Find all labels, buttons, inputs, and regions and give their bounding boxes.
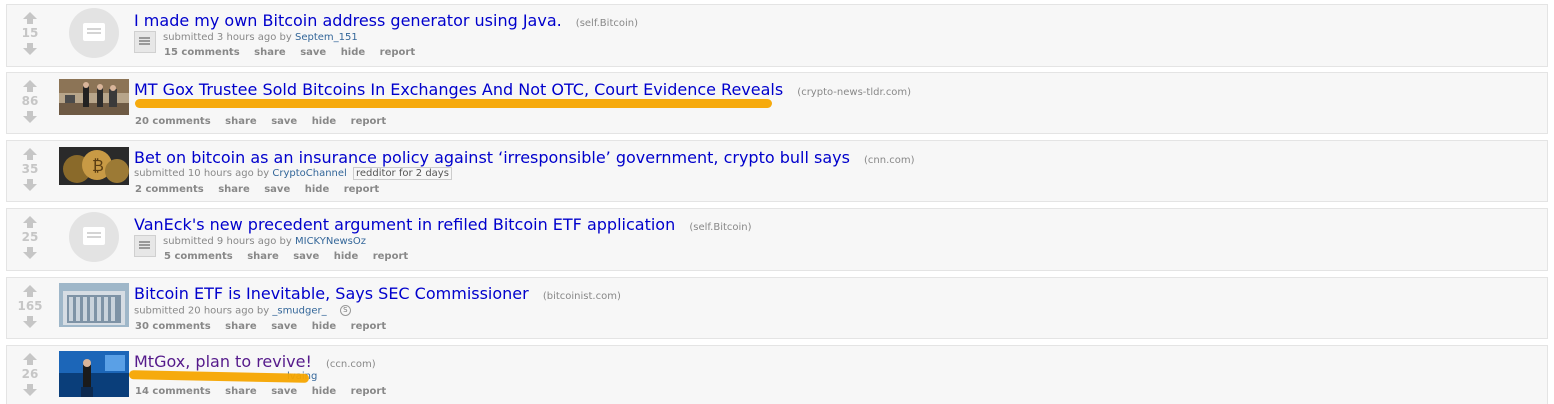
expando-button[interactable] (134, 31, 156, 53)
expando-button[interactable] (134, 235, 156, 257)
author-link[interactable]: CryptoChannel (272, 168, 346, 179)
author-link[interactable]: Septem_151 (295, 32, 358, 43)
post-title[interactable]: I made my own Bitcoin address generator … (134, 11, 562, 30)
upvote-arrow-icon[interactable] (23, 12, 37, 24)
hide-button[interactable]: hide (312, 386, 337, 397)
score: 15 (21, 26, 39, 40)
author-link[interactable]: MICKYNewsOz (295, 236, 366, 247)
post-4: 25 VanEck's new precedent argument in re… (6, 208, 1548, 271)
upvote-arrow-icon[interactable] (23, 216, 37, 228)
report-button[interactable]: report (351, 386, 386, 397)
comments-link[interactable]: 30 comments (135, 321, 211, 332)
post-domain[interactable]: (cnn.com) (864, 155, 915, 166)
tagline: submitted 10 hours ago by CryptoChannel … (134, 167, 452, 180)
post-title[interactable]: MtGox, plan to revive! (134, 352, 312, 371)
save-button[interactable]: save (300, 47, 326, 58)
comments-link[interactable]: 14 comments (135, 386, 211, 397)
comments-link[interactable]: 15 comments (164, 47, 240, 58)
downvote-arrow-icon[interactable] (23, 247, 37, 259)
save-button[interactable]: save (293, 251, 319, 262)
vote-block: 15 (16, 12, 44, 55)
author-link[interactable]: _smudger_ (272, 306, 326, 317)
self-text-icon[interactable] (69, 8, 119, 58)
score: 165 (17, 299, 43, 313)
highlight-mark (135, 99, 772, 108)
report-button[interactable]: report (344, 184, 379, 195)
sec-building-thumbnail[interactable] (59, 283, 129, 327)
vote-block: 165 (16, 285, 44, 328)
comments-link[interactable]: 5 comments (164, 251, 233, 262)
tagline: submitted 20 hours ago by _smudger_ S (134, 305, 351, 317)
share-button[interactable]: share (225, 321, 257, 332)
vote-block: 26 (16, 353, 44, 396)
score: 86 (21, 94, 39, 108)
post-buttons: 30 comments share save hide report (135, 321, 397, 332)
post-domain[interactable]: (self.Bitcoin) (576, 18, 638, 29)
post-title[interactable]: Bet on bitcoin as an insurance policy ag… (134, 148, 850, 167)
share-button[interactable]: share (247, 251, 279, 262)
save-button[interactable]: save (271, 386, 297, 397)
tagline: submitted 3 hours ago by Septem_151 (163, 32, 358, 43)
tagline: submitted 9 hours ago by MICKYNewsOz (163, 236, 367, 247)
report-button[interactable]: report (351, 321, 386, 332)
post-1: 15 I made my own Bitcoin address generat… (6, 4, 1548, 67)
hide-button[interactable]: hide (305, 184, 330, 195)
hide-button[interactable]: hide (334, 251, 359, 262)
comments-link[interactable]: 20 comments (135, 116, 211, 127)
reddit-gold-icon: S (339, 305, 351, 316)
upvote-arrow-icon[interactable] (23, 80, 37, 92)
downvote-arrow-icon[interactable] (23, 111, 37, 123)
post-buttons: 2 comments share save hide report (135, 184, 390, 195)
svg-text:₿: ₿ (92, 156, 104, 175)
share-button[interactable]: share (218, 184, 250, 195)
hide-button[interactable]: hide (341, 47, 366, 58)
downvote-arrow-icon[interactable] (23, 43, 37, 55)
post-buttons: 5 comments share save hide report (164, 251, 419, 262)
post-6: 26 MtGox, plan to revive! (ccn.com) lvai… (6, 345, 1548, 404)
post-domain[interactable]: (self.Bitcoin) (689, 222, 751, 233)
share-button[interactable]: share (254, 47, 286, 58)
post-buttons: 15 comments share save hide report (164, 47, 426, 58)
vote-block: 35 (16, 148, 44, 191)
upvote-arrow-icon[interactable] (23, 353, 37, 365)
share-button[interactable]: share (225, 386, 257, 397)
court-photo-thumbnail[interactable] (59, 79, 129, 117)
score: 35 (21, 162, 39, 176)
post-domain[interactable]: (crypto-news-tldr.com) (797, 87, 911, 98)
downvote-arrow-icon[interactable] (23, 179, 37, 191)
share-button[interactable]: share (225, 116, 257, 127)
vote-block: 25 (16, 216, 44, 259)
comments-link[interactable]: 2 comments (135, 184, 204, 195)
save-button[interactable]: save (271, 321, 297, 332)
post-domain[interactable]: (bitcoinist.com) (543, 291, 621, 302)
bitcoin-coins-thumbnail[interactable]: ₿ (59, 147, 129, 185)
save-button[interactable]: save (271, 116, 297, 127)
speaker-stage-thumbnail[interactable] (59, 351, 129, 397)
post-title[interactable]: VanEck's new precedent argument in refil… (134, 215, 675, 234)
vote-block: 86 (16, 80, 44, 123)
post-2: 86 MT Gox Trustee Sold Bitcoins In Excha… (6, 72, 1548, 134)
hide-button[interactable]: hide (312, 321, 337, 332)
report-button[interactable]: report (373, 251, 408, 262)
upvote-arrow-icon[interactable] (23, 148, 37, 160)
hide-button[interactable]: hide (312, 116, 337, 127)
post-buttons: 14 comments share save hide report (135, 386, 397, 397)
score: 26 (21, 367, 39, 381)
post-domain[interactable]: (ccn.com) (326, 359, 376, 370)
upvote-arrow-icon[interactable] (23, 285, 37, 297)
report-button[interactable]: report (351, 116, 386, 127)
post-3: 35 ₿ Bet on bitcoin as an insurance poli… (6, 140, 1548, 202)
highlight-mark (128, 370, 310, 383)
account-age-badge: redditor for 2 days (353, 167, 452, 180)
post-title[interactable]: Bitcoin ETF is Inevitable, Says SEC Comm… (134, 284, 529, 303)
report-button[interactable]: report (380, 47, 415, 58)
downvote-arrow-icon[interactable] (23, 384, 37, 396)
post-buttons: 20 comments share save hide report (135, 116, 397, 127)
save-button[interactable]: save (264, 184, 290, 195)
post-5: 165 Bitcoin ETF is Inevitable, Says SEC … (6, 277, 1548, 339)
score: 25 (21, 230, 39, 244)
post-title[interactable]: MT Gox Trustee Sold Bitcoins In Exchange… (134, 80, 783, 99)
self-text-icon[interactable] (69, 212, 119, 262)
downvote-arrow-icon[interactable] (23, 316, 37, 328)
